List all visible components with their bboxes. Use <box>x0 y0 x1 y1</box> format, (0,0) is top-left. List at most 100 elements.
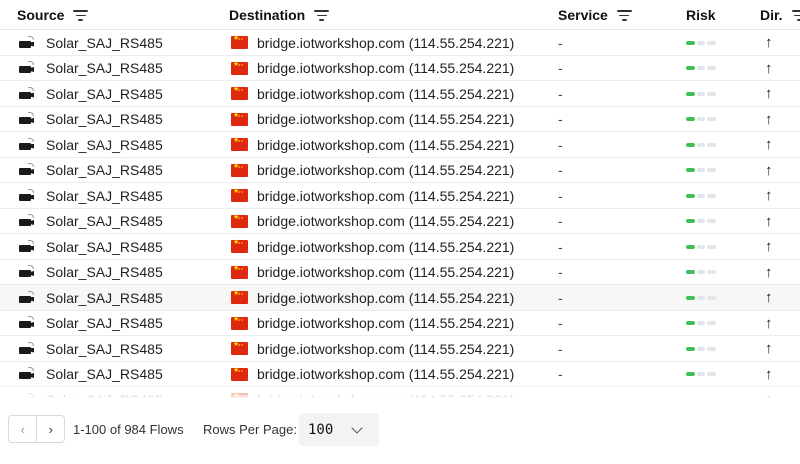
previous-page-button[interactable]: ‹ <box>9 416 36 442</box>
table-row[interactable]: Solar_SAJ_RS485 bridge.iotworkshop.com (1… <box>0 81 800 107</box>
source-name[interactable]: Solar_SAJ_RS485 <box>46 209 163 234</box>
risk-segment <box>696 372 706 376</box>
risk-indicator <box>686 183 718 208</box>
destination-host[interactable]: bridge.iotworkshop.com (114.55.254.221) <box>257 183 514 208</box>
risk-indicator <box>686 285 718 310</box>
risk-indicator <box>686 30 718 55</box>
source-name[interactable]: Solar_SAJ_RS485 <box>46 56 163 81</box>
china-flag-icon <box>231 137 248 151</box>
destination-host[interactable]: bridge.iotworkshop.com (114.55.254.221) <box>257 311 514 336</box>
source-name[interactable]: Solar_SAJ_RS485 <box>46 336 163 361</box>
risk-segment <box>707 142 717 147</box>
filter-icon[interactable] <box>791 9 800 21</box>
risk-segment <box>707 346 717 351</box>
table-row[interactable]: Solar_SAJ_RS485 bridge.iotworkshop.com (1… <box>0 107 800 132</box>
risk-segment <box>686 270 695 274</box>
table-row[interactable]: Solar_SAJ_RS485 bridge.iotworkshop.com (1… <box>0 311 800 336</box>
filter-icon[interactable] <box>73 9 89 21</box>
column-header-direction[interactable]: Dir. <box>760 0 800 30</box>
table-row[interactable]: Solar_SAJ_RS485 bridge.iotworkshop.com (1… <box>0 234 800 260</box>
destination-host[interactable]: bridge.iotworkshop.com (114.55.254.221) <box>257 285 514 310</box>
direction-up-icon: ↑ <box>765 187 773 204</box>
destination-host[interactable]: bridge.iotworkshop.com (114.55.254.221) <box>257 260 514 285</box>
destination-host[interactable]: bridge.iotworkshop.com (114.55.254.221) <box>257 132 514 157</box>
source-name[interactable]: Solar_SAJ_RS485 <box>46 260 163 285</box>
service-value: - <box>558 238 563 255</box>
risk-segment <box>686 91 695 96</box>
service-value: - <box>558 213 563 229</box>
destination-host[interactable]: bridge.iotworkshop.com (114.55.254.221) <box>257 336 514 361</box>
table-row[interactable]: Solar_SAJ_RS485 bridge.iotworkshop.com (1… <box>0 158 800 183</box>
source-name[interactable]: Solar_SAJ_RS485 <box>46 285 163 310</box>
table-row[interactable]: Solar_SAJ_RS485 bridge.iotworkshop.com (1… <box>0 336 800 362</box>
risk-segment <box>707 270 717 274</box>
risk-segment <box>686 66 695 70</box>
source-name[interactable]: Solar_SAJ_RS485 <box>46 183 163 208</box>
direction-up-icon: ↑ <box>765 85 773 102</box>
camera-device-icon <box>19 209 35 234</box>
scroll-fade <box>0 385 800 398</box>
next-page-button[interactable]: › <box>36 416 64 442</box>
risk-segment <box>696 295 706 300</box>
table-row[interactable]: Solar_SAJ_RS485 bridge.iotworkshop.com (1… <box>0 285 800 311</box>
service-value: - <box>558 340 563 357</box>
risk-indicator <box>686 158 718 183</box>
destination-host[interactable]: bridge.iotworkshop.com (114.55.254.221) <box>257 30 514 55</box>
source-name[interactable]: Solar_SAJ_RS485 <box>46 158 163 183</box>
table-row[interactable]: Solar_SAJ_RS485 bridge.iotworkshop.com (1… <box>0 183 800 209</box>
risk-segment <box>707 91 717 96</box>
table-row[interactable]: Solar_SAJ_RS485 bridge.iotworkshop.com (1… <box>0 209 800 234</box>
camera-device-icon <box>19 107 35 132</box>
risk-segment <box>696 219 706 223</box>
source-name[interactable]: Solar_SAJ_RS485 <box>46 362 163 387</box>
destination-host[interactable]: bridge.iotworkshop.com (114.55.254.221) <box>257 81 514 106</box>
filter-icon[interactable] <box>314 9 330 21</box>
risk-segment <box>707 321 717 325</box>
rows-per-page-select[interactable]: 100 <box>299 413 379 446</box>
china-flag-icon <box>231 35 248 49</box>
risk-segment <box>696 168 706 172</box>
source-name[interactable]: Solar_SAJ_RS485 <box>46 107 163 132</box>
risk-indicator <box>686 209 718 234</box>
destination-host[interactable]: bridge.iotworkshop.com (114.55.254.221) <box>257 158 514 183</box>
column-header-source[interactable]: Source <box>17 0 89 30</box>
china-flag-icon <box>231 290 248 304</box>
camera-device-icon <box>19 362 35 387</box>
column-header-destination[interactable]: Destination <box>229 0 330 30</box>
table-row[interactable]: Solar_SAJ_RS485 bridge.iotworkshop.com (1… <box>0 56 800 81</box>
risk-indicator <box>686 311 718 336</box>
table-row[interactable]: Solar_SAJ_RS485 bridge.iotworkshop.com (1… <box>0 132 800 158</box>
column-header-direction-label: Dir. <box>760 7 783 23</box>
destination-host[interactable]: bridge.iotworkshop.com (114.55.254.221) <box>257 209 514 234</box>
china-flag-icon <box>231 61 248 75</box>
table-row[interactable]: Solar_SAJ_RS485 bridge.iotworkshop.com (1… <box>0 260 800 285</box>
risk-segment <box>686 193 695 198</box>
risk-indicator <box>686 260 718 285</box>
source-name[interactable]: Solar_SAJ_RS485 <box>46 81 163 106</box>
risk-segment <box>686 295 695 300</box>
destination-host[interactable]: bridge.iotworkshop.com (114.55.254.221) <box>257 362 514 387</box>
page-range-text: 1-100 of 984 Flows <box>73 421 184 437</box>
risk-segment <box>707 193 717 198</box>
source-name[interactable]: Solar_SAJ_RS485 <box>46 311 163 336</box>
risk-segment <box>696 142 706 147</box>
table-row[interactable]: Solar_SAJ_RS485 bridge.iotworkshop.com (1… <box>0 30 800 56</box>
filter-icon[interactable] <box>616 9 632 21</box>
service-value: - <box>558 264 563 280</box>
risk-segment <box>696 244 706 249</box>
service-value: - <box>558 34 563 51</box>
destination-host[interactable]: bridge.iotworkshop.com (114.55.254.221) <box>257 234 514 259</box>
china-flag-icon <box>231 112 248 126</box>
china-flag-icon <box>231 316 248 330</box>
source-name[interactable]: Solar_SAJ_RS485 <box>46 30 163 55</box>
column-header-service[interactable]: Service <box>558 0 632 30</box>
destination-host[interactable]: bridge.iotworkshop.com (114.55.254.221) <box>257 107 514 132</box>
flows-table: Source Destination Service Risk Dir. Sol… <box>0 0 800 398</box>
risk-segment <box>696 321 706 325</box>
column-header-risk[interactable]: Risk <box>686 0 716 30</box>
table-row[interactable]: Solar_SAJ_RS485 bridge.iotworkshop.com (1… <box>0 362 800 387</box>
destination-host[interactable]: bridge.iotworkshop.com (114.55.254.221) <box>257 56 514 81</box>
service-value: - <box>558 136 563 153</box>
source-name[interactable]: Solar_SAJ_RS485 <box>46 234 163 259</box>
source-name[interactable]: Solar_SAJ_RS485 <box>46 132 163 157</box>
